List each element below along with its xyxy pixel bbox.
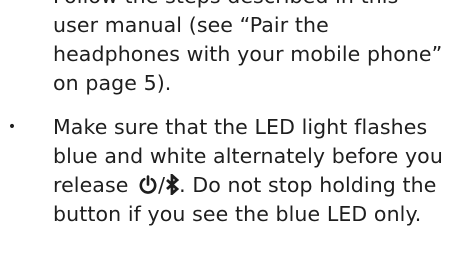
- instruction-list: • Follow the steps described in this use…: [0, 0, 449, 229]
- list-item: • Make sure that the LED light flashes b…: [0, 113, 449, 229]
- icon-separator: /: [158, 173, 166, 197]
- bullet-point: •: [7, 119, 17, 135]
- bluetooth-icon: [165, 174, 180, 195]
- bullet-point: •: [7, 0, 17, 11]
- list-item: • Follow the steps described in this use…: [0, 0, 449, 98]
- instruction-text: Follow the steps described in this user …: [53, 0, 443, 95]
- power-icon: [138, 175, 158, 195]
